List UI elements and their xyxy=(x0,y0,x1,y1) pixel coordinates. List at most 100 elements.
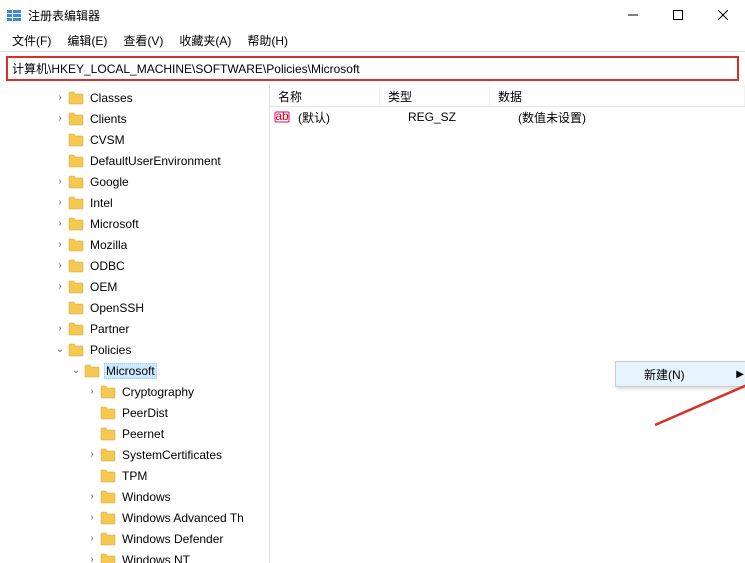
tree-node[interactable]: OpenSSH xyxy=(0,297,269,318)
tree-node[interactable]: › ODBC xyxy=(0,255,269,276)
address-bar[interactable]: 计算机\HKEY_LOCAL_MACHINE\SOFTWARE\Policies… xyxy=(6,56,739,81)
tree-node[interactable]: › Windows Defender xyxy=(0,528,269,549)
tree-node-label: Partner xyxy=(88,321,131,337)
folder-icon xyxy=(68,259,84,273)
tree-node-label: Peernet xyxy=(120,426,166,442)
chevron-right-icon[interactable]: › xyxy=(52,260,68,271)
tree-node[interactable]: ›Windows Advanced Th xyxy=(0,507,269,528)
tree-node[interactable]: › Clients xyxy=(0,108,269,129)
window-controls xyxy=(610,0,745,30)
folder-icon xyxy=(100,406,116,420)
tree-node-label: TPM xyxy=(120,468,149,484)
chevron-down-icon[interactable]: ⌄ xyxy=(68,365,84,376)
submenu-arrow-icon: ▶ xyxy=(736,369,744,380)
chevron-right-icon[interactable]: › xyxy=(52,176,68,187)
chevron-right-icon[interactable]: › xyxy=(84,512,100,523)
content-area: › Classes › Clients CVSM DefaultUserEnvironme… xyxy=(0,85,745,563)
tree-node[interactable]: Peernet xyxy=(0,423,269,444)
list-row[interactable]: ab (默认) REG_SZ (数值未设置) xyxy=(270,107,745,127)
chevron-right-icon[interactable]: › xyxy=(84,491,100,502)
tree-node-label: Mozilla xyxy=(88,237,129,253)
tree-node[interactable]: › OEM xyxy=(0,276,269,297)
column-name[interactable]: 名称 xyxy=(270,85,380,106)
folder-icon xyxy=(68,175,84,189)
folder-icon xyxy=(68,112,84,126)
close-button[interactable] xyxy=(700,0,745,30)
menu-item-label: 新建(N) xyxy=(644,366,685,383)
tree-node-label: Intel xyxy=(88,195,115,211)
tree-node[interactable]: › Classes xyxy=(0,87,269,108)
menu-file[interactable]: 文件(F) xyxy=(4,30,59,51)
chevron-right-icon[interactable]: › xyxy=(52,92,68,103)
chevron-right-icon[interactable]: › xyxy=(52,281,68,292)
column-type[interactable]: 类型 xyxy=(380,85,490,106)
tree-node-label: Classes xyxy=(88,90,135,106)
menu-item-new[interactable]: 新建(N) ▶ xyxy=(616,362,745,386)
tree-node-label: OEM xyxy=(88,279,119,295)
titlebar: 注册表编辑器 xyxy=(0,0,745,30)
column-data[interactable]: 数据 xyxy=(490,85,745,106)
tree-node[interactable]: DefaultUserEnvironment xyxy=(0,150,269,171)
menubar: 文件(F) 编辑(E) 查看(V) 收藏夹(A) 帮助(H) xyxy=(0,30,745,52)
menu-help[interactable]: 帮助(H) xyxy=(239,30,296,51)
minimize-button[interactable] xyxy=(610,0,655,30)
folder-icon xyxy=(100,490,116,504)
folder-icon xyxy=(100,385,116,399)
folder-icon xyxy=(68,91,84,105)
tree-node[interactable]: CVSM xyxy=(0,129,269,150)
tree-node-label: PeerDist xyxy=(120,405,170,421)
tree-node[interactable]: › Intel xyxy=(0,192,269,213)
folder-icon xyxy=(68,301,84,315)
chevron-right-icon[interactable]: › xyxy=(52,113,68,124)
tree-node[interactable]: › Partner xyxy=(0,318,269,339)
folder-icon xyxy=(100,532,116,546)
tree-node[interactable]: ⌄Microsoft xyxy=(0,360,269,381)
tree-node[interactable]: ⌄Policies xyxy=(0,339,269,360)
tree-node-label: Microsoft xyxy=(88,216,141,232)
folder-icon xyxy=(68,154,84,168)
chevron-right-icon[interactable]: › xyxy=(52,239,68,250)
folder-icon xyxy=(68,322,84,336)
tree-node[interactable]: ›SystemCertificates xyxy=(0,444,269,465)
chevron-down-icon[interactable]: ⌄ xyxy=(52,344,68,355)
tree-node-label: Clients xyxy=(88,111,129,127)
folder-icon xyxy=(68,133,84,147)
tree-node[interactable]: TPM xyxy=(0,465,269,486)
chevron-right-icon[interactable]: › xyxy=(84,554,100,563)
tree-node[interactable]: ›Windows xyxy=(0,486,269,507)
chevron-right-icon[interactable]: › xyxy=(84,533,100,544)
tree-node-label: OpenSSH xyxy=(88,300,146,316)
tree-pane[interactable]: › Classes › Clients CVSM DefaultUserEnvironme… xyxy=(0,85,270,563)
folder-icon xyxy=(68,217,84,231)
tree-node-label: Windows Defender xyxy=(120,531,225,547)
tree-node[interactable]: › Microsoft xyxy=(0,213,269,234)
chevron-right-icon[interactable]: › xyxy=(52,323,68,334)
folder-icon xyxy=(68,343,84,357)
value-data: (数值未设置) xyxy=(514,109,745,126)
tree-node[interactable]: ›Google xyxy=(0,171,269,192)
chevron-right-icon[interactable]: › xyxy=(84,386,100,397)
tree-node-label: DefaultUserEnvironment xyxy=(88,153,223,169)
folder-icon xyxy=(100,427,116,441)
folder-icon xyxy=(68,196,84,210)
tree-node[interactable]: › Windows NT xyxy=(0,549,269,563)
folder-icon xyxy=(100,469,116,483)
chevron-right-icon[interactable]: › xyxy=(52,218,68,229)
value-name: (默认) xyxy=(294,109,404,126)
folder-icon xyxy=(68,280,84,294)
menu-favorites[interactable]: 收藏夹(A) xyxy=(171,30,239,51)
value-type: REG_SZ xyxy=(404,110,514,124)
list-header: 名称 类型 数据 xyxy=(270,85,745,107)
tree-node[interactable]: PeerDist xyxy=(0,402,269,423)
tree-node[interactable]: ›Cryptography xyxy=(0,381,269,402)
list-pane[interactable]: 名称 类型 数据 ab (默认) REG_SZ (数值未设置) 新建(N) ▶ … xyxy=(270,85,745,563)
tree-node-label: Windows NT xyxy=(120,552,192,563)
maximize-button[interactable] xyxy=(655,0,700,30)
menu-view[interactable]: 查看(V) xyxy=(115,30,171,51)
chevron-right-icon[interactable]: › xyxy=(52,197,68,208)
tree-node-label: ODBC xyxy=(88,258,127,274)
menu-edit[interactable]: 编辑(E) xyxy=(59,30,115,51)
svg-text:ab: ab xyxy=(275,109,289,123)
tree-node[interactable]: › Mozilla xyxy=(0,234,269,255)
chevron-right-icon[interactable]: › xyxy=(84,449,100,460)
